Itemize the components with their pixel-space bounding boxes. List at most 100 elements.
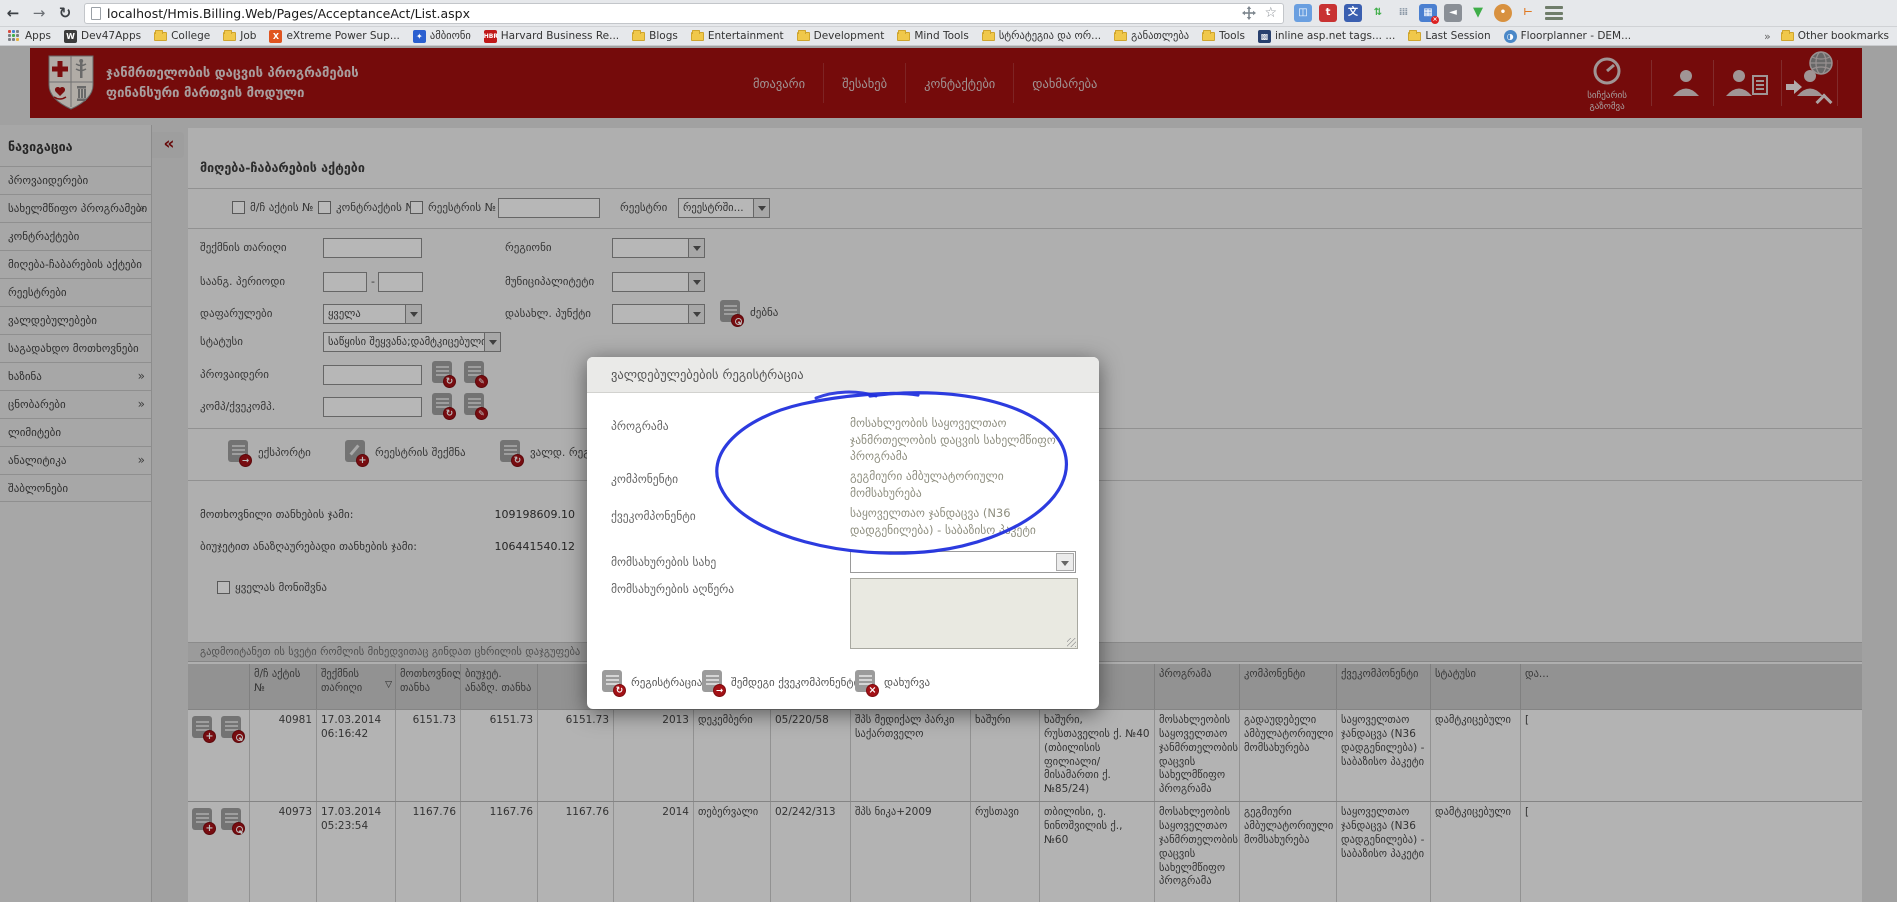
sidebar-item-limits[interactable]: ლიმიტები <box>0 418 151 446</box>
export-label[interactable]: ექსპორტი <box>258 440 311 465</box>
url-bar[interactable]: localhost/Hmis.Billing.Web/Pages/Accepta… <box>84 3 1284 24</box>
create-register-button[interactable] <box>345 440 368 465</box>
crane-extension-icon[interactable]: ⊢ <box>1519 4 1537 22</box>
obligation-registration-button[interactable] <box>500 440 523 465</box>
next-subcomponent-button[interactable]: შემდეგი ქვეკომპონენტი <box>702 670 859 695</box>
provider-select-button[interactable] <box>432 361 455 386</box>
bookmarks-overflow-chevron[interactable]: » <box>1764 30 1771 43</box>
column-header-created-date[interactable]: შექმნის თარიღი▽ <box>317 664 396 709</box>
search-label[interactable]: ძებნა <box>750 300 778 325</box>
bookmark-item[interactable]: ▩inline asp.net tags... ... <box>1258 30 1395 43</box>
translate-extension-icon[interactable]: 文 <box>1344 4 1362 22</box>
bookmark-item[interactable]: Job <box>223 30 256 42</box>
bookmark-item[interactable]: WDev47Apps <box>64 30 141 43</box>
search-button[interactable] <box>720 300 743 325</box>
other-bookmarks[interactable]: Other bookmarks <box>1781 30 1889 42</box>
bookmark-item[interactable]: Tools <box>1202 30 1245 42</box>
column-header-requested-amount[interactable]: მოთხოვნილი თანხა <box>396 664 461 709</box>
bookmark-item[interactable]: HBRHarvard Business Re... <box>484 30 619 43</box>
globe-icon[interactable] <box>1808 50 1834 80</box>
reload-icon[interactable]: ↻ <box>52 4 78 22</box>
sidebar-item-state-programs[interactable]: სახელმწიფო პროგრამები» <box>0 194 151 222</box>
component-select-button[interactable] <box>432 393 455 418</box>
row-view-button[interactable] <box>221 716 244 741</box>
status-dropdown[interactable]: საწყისი შეყვანა;დამტკიცებული <box>323 332 501 352</box>
sidebar-item-payment-requests[interactable]: საგადახდო მოთხოვნები <box>0 334 151 362</box>
cookie-extension-icon[interactable]: • <box>1494 4 1512 22</box>
sidebar-item-providers[interactable]: პროვაიდერები <box>0 166 151 194</box>
forward-icon[interactable]: → <box>26 4 52 22</box>
export-button[interactable] <box>228 440 251 465</box>
service-desc-textarea[interactable] <box>850 578 1078 649</box>
bookmark-item[interactable]: განათლება <box>1114 30 1189 42</box>
row-view-button[interactable] <box>221 808 244 833</box>
bookmark-item[interactable]: Mind Tools <box>897 30 969 42</box>
user-list-icon[interactable] <box>1726 68 1770 100</box>
nav-about[interactable]: შესახებ <box>823 63 905 103</box>
calendar-extension-icon[interactable]: ▦× <box>1419 4 1437 22</box>
t-extension-icon[interactable]: t <box>1319 4 1337 22</box>
sidebar-item-templates[interactable]: შაბლონები <box>0 474 151 502</box>
row-expand-button[interactable] <box>192 716 215 741</box>
nav-help[interactable]: დახმარება <box>1013 63 1115 103</box>
sidebar-item-contracts[interactable]: კონტრაქტები <box>0 222 151 250</box>
bookmark-star-icon[interactable]: ☆ <box>1264 5 1277 21</box>
nav-home[interactable]: მთავარი <box>735 63 823 103</box>
sidebar-item-acceptance-acts[interactable]: მიღება-ჩაბარების აქტები <box>0 250 151 278</box>
nav-contacts[interactable]: კონტაქტები <box>905 63 1013 103</box>
create-register-label[interactable]: რეესტრის შექმნა <box>375 440 466 465</box>
act-no-checkbox[interactable] <box>232 201 245 214</box>
provider-input[interactable] <box>323 365 422 385</box>
contract-no-checkbox[interactable] <box>318 201 331 214</box>
sort-desc-icon[interactable]: ▽ <box>385 680 392 692</box>
column-header-subcomponent[interactable]: ქვეკომპონენტი <box>1337 664 1431 709</box>
register-dropdown[interactable]: რეესტრში... <box>678 198 770 218</box>
close-button[interactable]: დახურვა <box>855 670 930 695</box>
column-header-status[interactable]: სტატუსი <box>1431 664 1521 709</box>
pin-extension-icon[interactable]: ▼ <box>1469 4 1487 22</box>
column-header-program[interactable]: პროგრამა <box>1155 664 1240 709</box>
register-no-checkbox[interactable] <box>410 201 423 214</box>
column-header-budget-amount[interactable]: ბიუჯეტ. ანაზღ. თანხა <box>461 664 538 709</box>
move-cursor-icon[interactable] <box>1242 6 1256 20</box>
register-button[interactable]: რეგისტრაცია <box>602 670 702 695</box>
bookmark-item[interactable]: Entertainment <box>691 30 784 42</box>
period-to-input[interactable] <box>378 272 423 292</box>
sidebar-collapse-button[interactable]: « <box>152 132 184 158</box>
column-header-act-no[interactable]: მ/ჩ აქტის № <box>250 664 317 709</box>
window-extension-icon[interactable]: ◫ <box>1294 4 1312 22</box>
table-row[interactable]: 40973 17.03.2014 05:23:54 1167.76 1167.7… <box>188 802 1862 902</box>
period-from-input[interactable] <box>323 272 367 292</box>
column-header[interactable]: და... <box>1521 664 1862 709</box>
register-no-input[interactable] <box>498 198 600 218</box>
covered-dropdown[interactable]: ყველა <box>323 304 422 324</box>
sidebar-item-obligations[interactable]: ვალდებულებები <box>0 306 151 334</box>
back-icon[interactable]: ← <box>0 4 26 22</box>
bookmark-item[interactable]: XeXtreme Power Sup... <box>269 30 399 43</box>
bookmark-item[interactable]: Last Session <box>1408 30 1490 42</box>
dots-grid-extension-icon[interactable]: ⁞⁞⁞ <box>1394 4 1412 22</box>
bookmark-item[interactable]: ✦ამბიონი <box>413 30 471 43</box>
sidebar-item-registers[interactable]: რეესტრები <box>0 278 151 306</box>
component-edit-button[interactable] <box>464 393 487 418</box>
bookmark-item[interactable]: ◑Floorplanner - DEM... <box>1504 30 1631 43</box>
component-input[interactable] <box>323 397 422 417</box>
user-icon[interactable] <box>1670 68 1702 100</box>
browser-menu-icon[interactable] <box>1545 6 1563 20</box>
bookmark-item[interactable]: Blogs <box>632 30 678 42</box>
sidebar-item-references[interactable]: ცნობარები» <box>0 390 151 418</box>
table-row[interactable]: 40981 17.03.2014 06:16:42 6151.73 6151.7… <box>188 710 1862 802</box>
lamp-extension-icon[interactable]: ◄ <box>1444 4 1462 22</box>
bookmark-apps[interactable]: Apps <box>8 30 51 43</box>
municipality-dropdown[interactable] <box>612 272 705 292</box>
resize-handle-icon[interactable] <box>1067 638 1076 647</box>
region-dropdown[interactable] <box>612 238 705 258</box>
bookmark-item[interactable]: Development <box>797 30 885 42</box>
provider-edit-button[interactable] <box>464 361 487 386</box>
speed-test-button[interactable]: სიჩქარის გაზომვა <box>1587 56 1627 114</box>
bookmark-item[interactable]: College <box>154 30 210 42</box>
settlement-dropdown[interactable] <box>612 304 705 324</box>
created-date-input[interactable] <box>323 238 422 258</box>
sidebar-item-analytics[interactable]: ანალიტიკა» <box>0 446 151 474</box>
service-type-dropdown[interactable] <box>850 551 1076 573</box>
